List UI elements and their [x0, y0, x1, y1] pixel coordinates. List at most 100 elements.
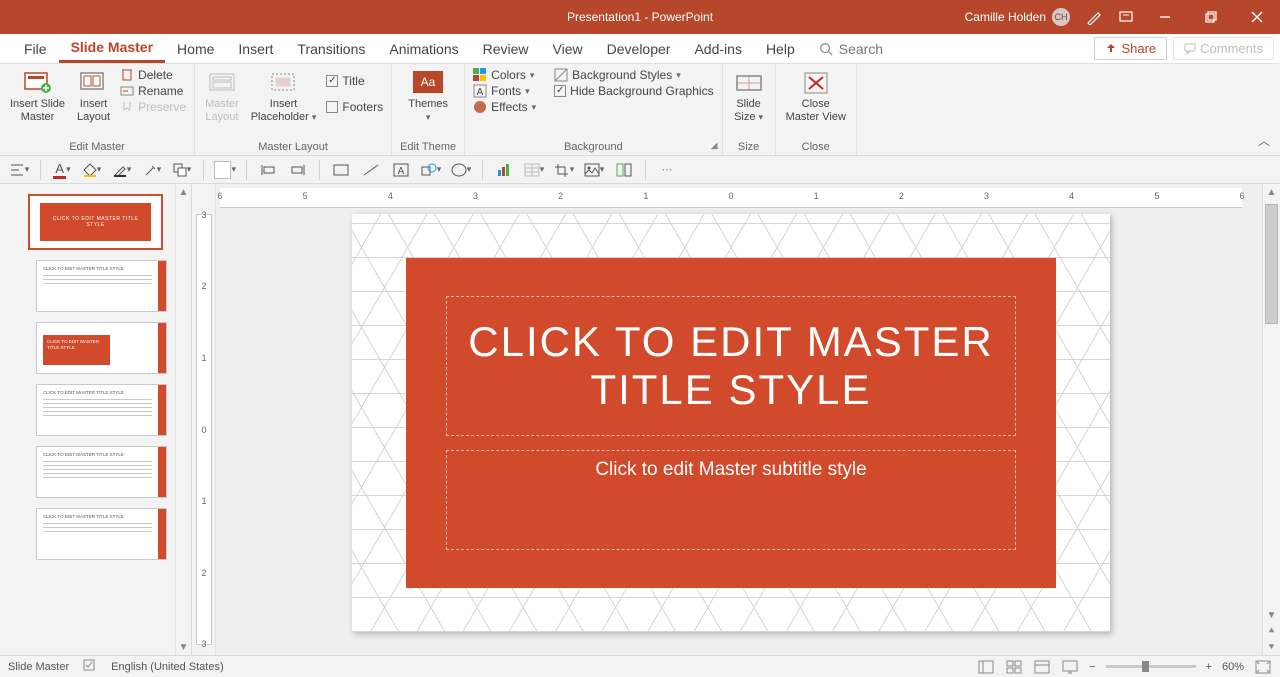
title-checkbox[interactable]: ✓Title: [326, 74, 383, 88]
colors-button[interactable]: Colors▾: [473, 68, 536, 82]
group-label-size: Size: [738, 141, 759, 153]
user-avatar: CH: [1052, 8, 1070, 26]
tab-addins[interactable]: Add-ins: [682, 34, 753, 63]
maximize-button[interactable]: [1188, 0, 1234, 34]
background-styles-button[interactable]: Background Styles▾: [554, 68, 713, 82]
tab-animations[interactable]: Animations: [377, 34, 470, 63]
rename-button[interactable]: Rename: [120, 84, 186, 98]
thumbnail-layout-4[interactable]: CLICK TO EDIT MASTER TITLE STYLE: [36, 446, 167, 498]
tab-review[interactable]: Review: [471, 34, 541, 63]
crop-icon[interactable]: ▾: [553, 159, 575, 181]
more-commands-icon[interactable]: ⋯: [656, 159, 678, 181]
thumbnail-layout-1[interactable]: CLICK TO EDIT MASTER TITLE STYLE: [36, 260, 167, 312]
selection-pane-icon[interactable]: [613, 159, 635, 181]
thumbnail-layout-3[interactable]: CLICK TO EDIT MASTER TITLE STYLE: [36, 384, 167, 436]
themes-button[interactable]: Aa Themes▾: [406, 68, 450, 125]
status-bar: Slide Master English (United States) − +…: [0, 655, 1280, 677]
user-account[interactable]: Camille Holden CH: [957, 8, 1078, 26]
themes-icon: Aa: [412, 70, 444, 96]
thumbnail-layout-5[interactable]: CLICK TO EDIT MASTER TITLE STYLE: [36, 508, 167, 560]
status-mode[interactable]: Slide Master: [8, 661, 69, 673]
status-language[interactable]: English (United States): [111, 661, 224, 673]
zoom-in-button[interactable]: +: [1206, 661, 1212, 673]
tab-transitions[interactable]: Transitions: [285, 34, 377, 63]
slide-size-button[interactable]: Slide Size ▾: [731, 68, 767, 125]
thumbnail-layout-2[interactable]: CLICK TO EDIT MASTERTITLE STYLE: [36, 322, 167, 374]
align-right-icon[interactable]: [287, 159, 309, 181]
shapes-menu[interactable]: ▾: [420, 159, 442, 181]
align-left-icon[interactable]: [257, 159, 279, 181]
picture-icon[interactable]: ▾: [583, 159, 605, 181]
insert-placeholder-button[interactable]: Insert Placeholder ▾: [249, 68, 319, 125]
rectangle-shape-icon[interactable]: [330, 159, 352, 181]
font-color-button[interactable]: A▾: [51, 159, 73, 181]
slide-canvas-area: 6543210123456 CLICK TO EDIT MASTER TITLE…: [216, 184, 1262, 655]
prev-slide-icon[interactable]: ⯅: [1263, 623, 1280, 639]
insert-layout-button[interactable]: Insert Layout: [75, 68, 112, 125]
normal-view-icon[interactable]: [977, 659, 995, 675]
collapse-ribbon-button[interactable]: ︿: [1258, 132, 1270, 149]
drawing-mode-icon[interactable]: [1078, 0, 1110, 34]
effects-button[interactable]: Effects▾: [473, 100, 536, 114]
tab-file[interactable]: File: [12, 34, 59, 63]
ribbon-tabs: File Slide Master Home Insert Transition…: [0, 34, 1280, 64]
zoom-out-button[interactable]: −: [1089, 661, 1095, 673]
footers-checkbox[interactable]: Footers: [326, 100, 383, 114]
close-window-button[interactable]: [1234, 0, 1280, 34]
scroll-down-icon[interactable]: ▼: [176, 639, 191, 655]
fill-color-button[interactable]: ▾: [81, 159, 103, 181]
arrange-button[interactable]: ▾: [171, 159, 193, 181]
delete-button[interactable]: Delete: [120, 68, 186, 82]
zoom-level[interactable]: 60%: [1222, 661, 1244, 673]
thumbnail-pane[interactable]: CLICK TO EDIT MASTER TITLESTYLE CLICK TO…: [0, 184, 192, 655]
sorter-view-icon[interactable]: [1005, 659, 1023, 675]
close-master-view-button[interactable]: Close Master View: [784, 68, 848, 125]
text-box-icon[interactable]: A: [390, 159, 412, 181]
spellcheck-icon[interactable]: [83, 658, 97, 675]
comments-button[interactable]: Comments: [1173, 37, 1274, 60]
group-label-close: Close: [802, 141, 830, 153]
master-layout-icon: [206, 70, 238, 96]
reading-view-icon[interactable]: [1033, 659, 1051, 675]
thumbnail-scrollbar[interactable]: ▲ ▼: [175, 184, 191, 655]
scroll-up-icon[interactable]: ▲: [176, 184, 191, 200]
slide-master-canvas[interactable]: CLICK TO EDIT MASTER TITLE STYLE Click t…: [352, 214, 1110, 632]
align-menu[interactable]: ▾: [8, 159, 30, 181]
slideshow-view-icon[interactable]: [1061, 659, 1079, 675]
fit-to-window-icon[interactable]: [1254, 659, 1272, 675]
background-dialog-launcher[interactable]: ◢: [711, 140, 718, 151]
next-slide-icon[interactable]: ⯆: [1263, 639, 1280, 655]
zoom-slider[interactable]: [1106, 665, 1196, 668]
tab-view[interactable]: View: [541, 34, 595, 63]
hide-bg-checkbox[interactable]: ✓Hide Background Graphics: [554, 84, 713, 98]
oval-shape-icon[interactable]: ▾: [450, 159, 472, 181]
canvas-scrollbar[interactable]: ▲ ▼ ⯅ ⯆: [1262, 184, 1280, 655]
scroll-down-icon[interactable]: ▼: [1263, 607, 1280, 623]
eyedropper-button[interactable]: ▾: [141, 159, 163, 181]
fonts-button[interactable]: AFonts▾: [473, 84, 536, 98]
shape-fill-swatch[interactable]: ▾: [214, 159, 236, 181]
minimize-button[interactable]: [1142, 0, 1188, 34]
tab-home[interactable]: Home: [165, 34, 226, 63]
chart-icon[interactable]: [493, 159, 515, 181]
titlebar: Presentation1 - PowerPoint Camille Holde…: [0, 0, 1280, 34]
tab-slide-master[interactable]: Slide Master: [59, 34, 165, 63]
quick-toolbar: ▾ A▾ ▾ ▾ ▾ ▾ ▾ A ▾ ▾ ▾ ▾ ▾ ⋯: [0, 156, 1280, 184]
outline-color-button[interactable]: ▾: [111, 159, 133, 181]
title-placeholder[interactable]: CLICK TO EDIT MASTER TITLE STYLE: [446, 296, 1016, 436]
tab-insert[interactable]: Insert: [226, 34, 285, 63]
share-button[interactable]: Share: [1094, 37, 1167, 60]
subtitle-placeholder[interactable]: Click to edit Master subtitle style: [446, 450, 1016, 550]
line-shape-icon[interactable]: [360, 159, 382, 181]
scrollbar-thumb[interactable]: [1265, 204, 1278, 324]
group-master-layout: Master Layout Insert Placeholder ▾ ✓Titl…: [195, 64, 392, 155]
group-background: Colors▾ AFonts▾ Effects▾ Background Styl…: [465, 64, 722, 155]
thumbnail-slide-master[interactable]: CLICK TO EDIT MASTER TITLESTYLE: [28, 194, 163, 250]
scroll-up-icon[interactable]: ▲: [1263, 184, 1280, 200]
tab-help[interactable]: Help: [754, 34, 807, 63]
insert-slide-master-button[interactable]: Insert Slide Master: [8, 68, 67, 125]
tell-me-search[interactable]: Search: [807, 41, 895, 57]
display-options-icon[interactable]: [1110, 0, 1142, 34]
tab-developer[interactable]: Developer: [595, 34, 683, 63]
insert-placeholder-icon: [268, 70, 300, 96]
